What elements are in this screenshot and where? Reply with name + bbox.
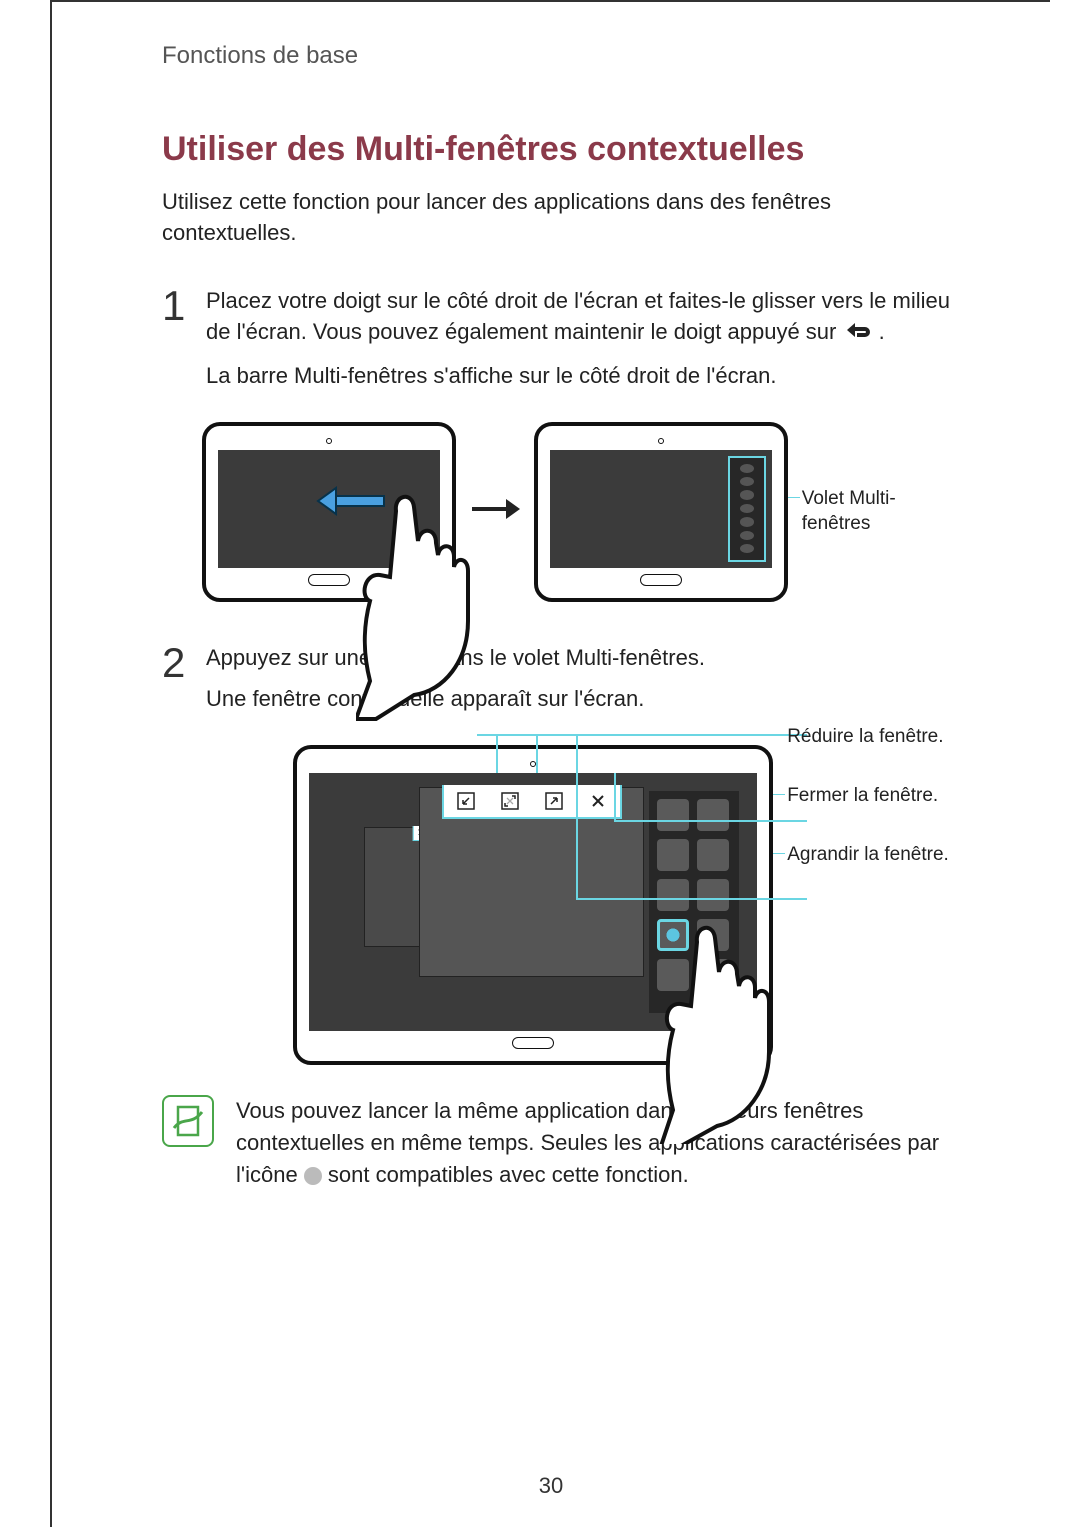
app-slot-icon [697,919,729,951]
home-button-icon [308,574,350,586]
app-slot-icon [657,879,689,911]
step2-text-2: Une fenêtre contextuelle apparaît sur l'… [206,683,960,715]
step1-paragraph: Placez votre doigt sur le côté droit de … [206,285,960,350]
tablet-illustration-large: ⇲ ⤢ ↗ ✕ [293,745,773,1065]
step-1: 1 Placez votre doigt sur le côté droit d… [162,285,960,402]
minimize-icon [456,791,476,811]
app-slot-icon [657,959,689,991]
app-slot-icon [740,477,754,486]
note-block: Vous pouvez lancer la même application d… [162,1095,960,1191]
app-slot-icon [697,799,729,831]
chapter-heading: Fonctions de base [162,42,960,70]
step2-text-1: Appuyez sur une icône dans le volet Mult… [206,642,960,674]
app-slot-selected-icon [657,919,689,951]
screen: ⇲ ⤢ ↗ ✕ [309,773,757,1031]
tablet-illustration-right [534,422,788,602]
figure-1: Volet Multi-fenêtres [202,422,960,602]
step-2: 2 Appuyez sur une icône dans le volet Mu… [162,642,960,726]
compatible-app-indicator-icon [304,1167,322,1185]
step-number: 2 [162,642,206,726]
multiwindow-panel [649,791,739,1013]
screen [218,450,440,568]
app-slot-icon [740,531,754,540]
tablet-illustration-left [202,422,456,602]
callout-multiwindow-panel: Volet Multi-fenêtres [802,487,960,536]
screen [550,450,772,568]
popup-titlebar [442,785,622,819]
app-slot-icon [740,464,754,473]
page-number: 30 [52,1473,1050,1499]
step-number: 1 [162,285,206,402]
callout-close: Fermer la fenêtre. [787,784,949,809]
app-slot-icon [740,517,754,526]
figure-2: ⇲ ⤢ ↗ ✕ [282,745,960,1065]
close-icon [588,791,608,811]
app-slot-icon [657,799,689,831]
step1-text-2: La barre Multi-fenêtres s'affiche sur le… [206,360,960,392]
camera-dot-icon [326,438,332,444]
app-slot-icon [697,959,729,991]
app-slot-icon [697,839,729,871]
app-slot-icon [740,504,754,513]
step1-text-b: . [879,319,885,344]
camera-dot-icon [658,438,664,444]
arrow-right-icon [470,496,520,527]
note-icon [162,1095,214,1147]
intro-text: Utilisez cette fonction pour lancer des … [162,187,960,249]
note-text: Vous pouvez lancer la même application d… [236,1095,960,1191]
popup-window-front [419,787,644,977]
home-button-icon [640,574,682,586]
multiwindow-panel [728,456,766,562]
back-icon [843,318,873,350]
app-slot-icon [740,544,754,553]
app-slot-icon [740,490,754,499]
home-button-icon [512,1037,554,1049]
callout-reduce: Réduire la fenêtre. [787,725,949,750]
expand-icon [544,791,564,811]
app-slot-icon [697,879,729,911]
app-slot-icon [657,839,689,871]
callout-enlarge: Agrandir la fenêtre. [787,843,949,868]
step1-text-a: Placez votre doigt sur le côté droit de … [206,288,950,345]
reduce-icon [500,791,520,811]
section-title: Utiliser des Multi-fenêtres contextuelle… [162,130,960,169]
note-text-b: sont compatibles avec cette fonction. [328,1162,689,1187]
camera-dot-icon [530,761,536,767]
